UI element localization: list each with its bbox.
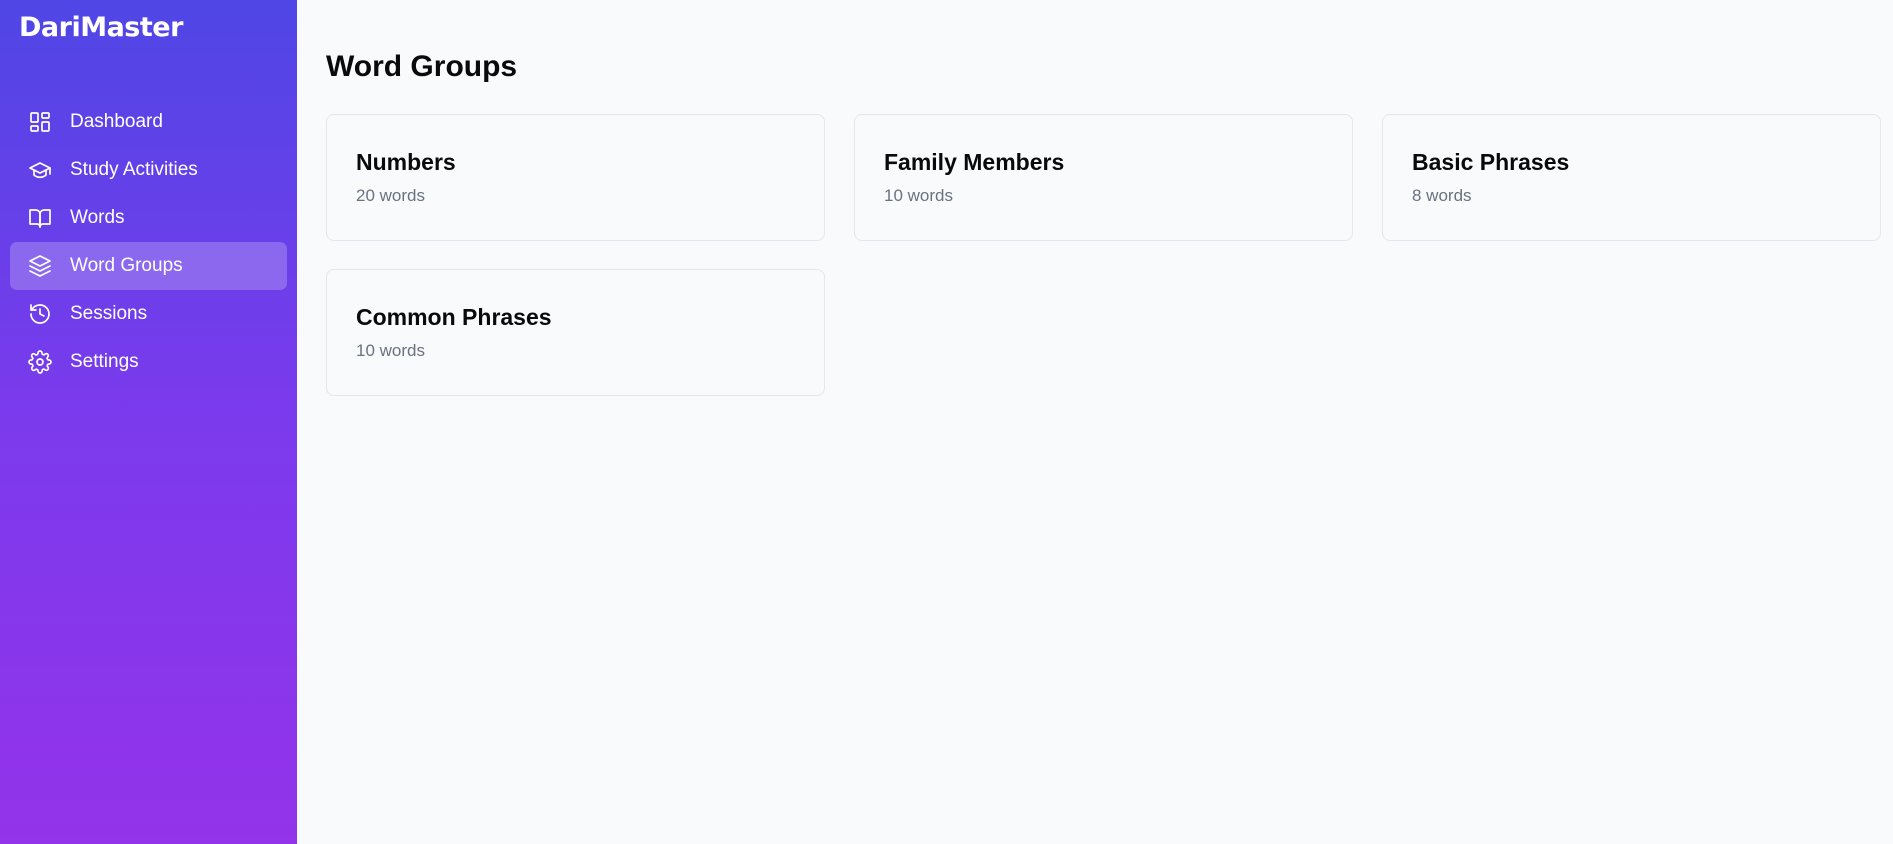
graduation-cap-icon: [28, 158, 52, 182]
history-icon: [28, 302, 52, 326]
sidebar-item-label: Word Groups: [70, 255, 183, 276]
group-card-numbers[interactable]: Numbers 20 words: [326, 114, 825, 241]
group-card-title: Family Members: [884, 149, 1065, 175]
sidebar-item-label: Dashboard: [70, 111, 163, 132]
sidebar-item-dashboard[interactable]: Dashboard: [10, 98, 287, 146]
group-card-word-count: 10 words: [884, 186, 953, 205]
word-groups-grid: Numbers 20 words Family Members 10 words…: [326, 114, 1881, 396]
group-card-word-count: 20 words: [356, 186, 425, 205]
book-open-icon: [28, 206, 52, 230]
gear-icon: [28, 350, 52, 374]
group-card-title: Basic Phrases: [1412, 149, 1570, 175]
group-card-word-count: 10 words: [356, 341, 425, 360]
sidebar-item-sessions[interactable]: Sessions: [10, 290, 287, 338]
sidebar-item-study-activities[interactable]: Study Activities: [10, 146, 287, 194]
group-card-family-members[interactable]: Family Members 10 words: [854, 114, 1353, 241]
group-card-title: Common Phrases: [356, 304, 552, 330]
group-card-basic-phrases[interactable]: Basic Phrases 8 words: [1382, 114, 1881, 241]
sidebar-item-label: Words: [70, 207, 125, 228]
dashboard-icon: [28, 110, 52, 134]
main-content: Word Groups Numbers 20 words Family Memb…: [297, 0, 1893, 844]
group-card-word-count: 8 words: [1412, 186, 1472, 205]
sidebar-item-label: Study Activities: [70, 159, 198, 180]
sidebar-item-word-groups[interactable]: Word Groups: [10, 242, 287, 290]
sidebar-item-label: Sessions: [70, 303, 148, 324]
group-card-title: Numbers: [356, 149, 456, 175]
app-root: DariMaster Dashboard Study Activities Wo…: [0, 0, 1893, 844]
sidebar-nav: Dashboard Study Activities Words Word Gr…: [10, 98, 287, 386]
sidebar: DariMaster Dashboard Study Activities Wo…: [0, 0, 297, 844]
app-logo[interactable]: DariMaster: [10, 10, 287, 46]
sidebar-item-words[interactable]: Words: [10, 194, 287, 242]
sidebar-item-label: Settings: [70, 351, 139, 372]
group-card-common-phrases[interactable]: Common Phrases 10 words: [326, 269, 825, 396]
sidebar-item-settings[interactable]: Settings: [10, 338, 287, 386]
layers-icon: [28, 254, 52, 278]
page-title: Word Groups: [326, 50, 518, 83]
